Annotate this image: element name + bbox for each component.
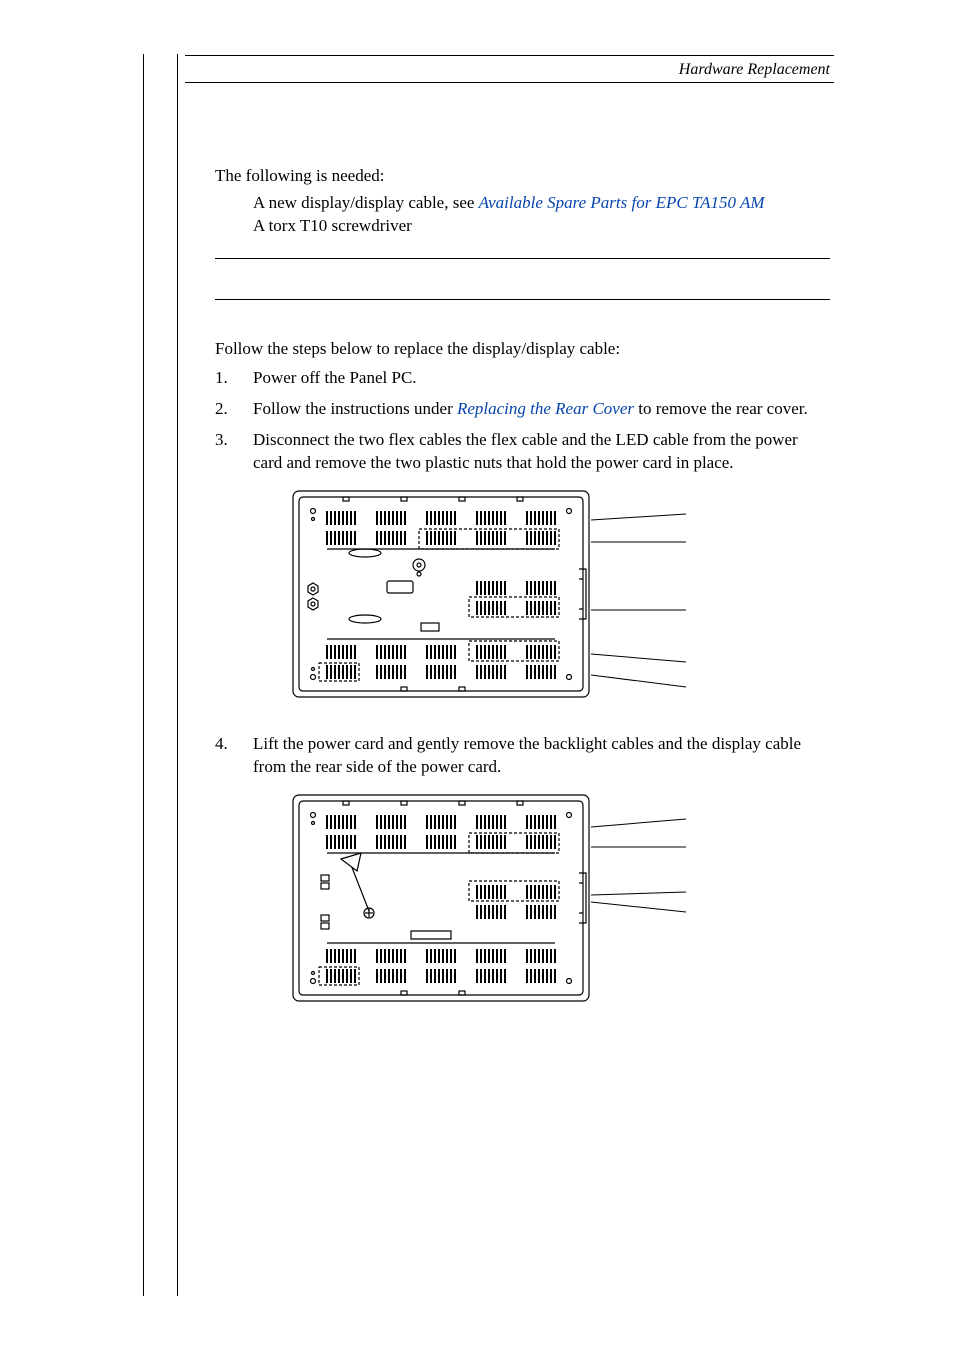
rule-pair — [215, 258, 830, 300]
needed-item-2: A torx T10 screwdriver — [253, 215, 830, 238]
instructions-lead: Follow the steps below to replace the di… — [215, 338, 830, 361]
rule-bottom — [215, 299, 830, 300]
rule-vertical-outer — [143, 54, 144, 1296]
callout-lines-2 — [591, 797, 691, 1007]
needed-list: A new display/display cable, see Availab… — [253, 192, 830, 238]
step-3-text: Disconnect the two flex cables the flex … — [253, 430, 798, 472]
step-3: Disconnect the two flex cables the flex … — [215, 429, 830, 706]
instructions: Follow the steps below to replace the di… — [215, 338, 830, 1010]
figure-1 — [291, 489, 830, 706]
page-header: Hardware Replacement — [185, 55, 834, 83]
callout-lines-1 — [591, 492, 691, 702]
steps-list: Power off the Panel PC. Follow the instr… — [215, 367, 830, 1011]
step-2: Follow the instructions under Replacing … — [215, 398, 830, 421]
step-2-prefix: Follow the instructions under — [253, 399, 457, 418]
page: Hardware Replacement The following is ne… — [0, 0, 954, 1350]
rear-cover-link[interactable]: Replacing the Rear Cover — [457, 399, 634, 418]
pcb-diagram-2 — [291, 793, 591, 1010]
pcb-diagram-1 — [291, 489, 591, 706]
step-2-suffix: to remove the rear cover. — [634, 399, 808, 418]
needed-lead: The following is needed: — [215, 165, 830, 188]
step-1: Power off the Panel PC. — [215, 367, 830, 390]
content: The following is needed: A new display/d… — [185, 83, 834, 1010]
spare-parts-link[interactable]: Available Spare Parts for EPC TA150 AM — [479, 193, 765, 212]
rule-vertical-inner — [177, 54, 178, 1296]
step-4-text: Lift the power card and gently remove th… — [253, 734, 801, 776]
needed-item-1: A new display/display cable, see Availab… — [253, 192, 830, 215]
header-title: Hardware Replacement — [679, 61, 830, 78]
step-4: Lift the power card and gently remove th… — [215, 733, 830, 1010]
step-1-text: Power off the Panel PC. — [253, 368, 417, 387]
needed-prefix: A new display/display cable, see — [253, 193, 479, 212]
figure-2 — [291, 793, 830, 1010]
